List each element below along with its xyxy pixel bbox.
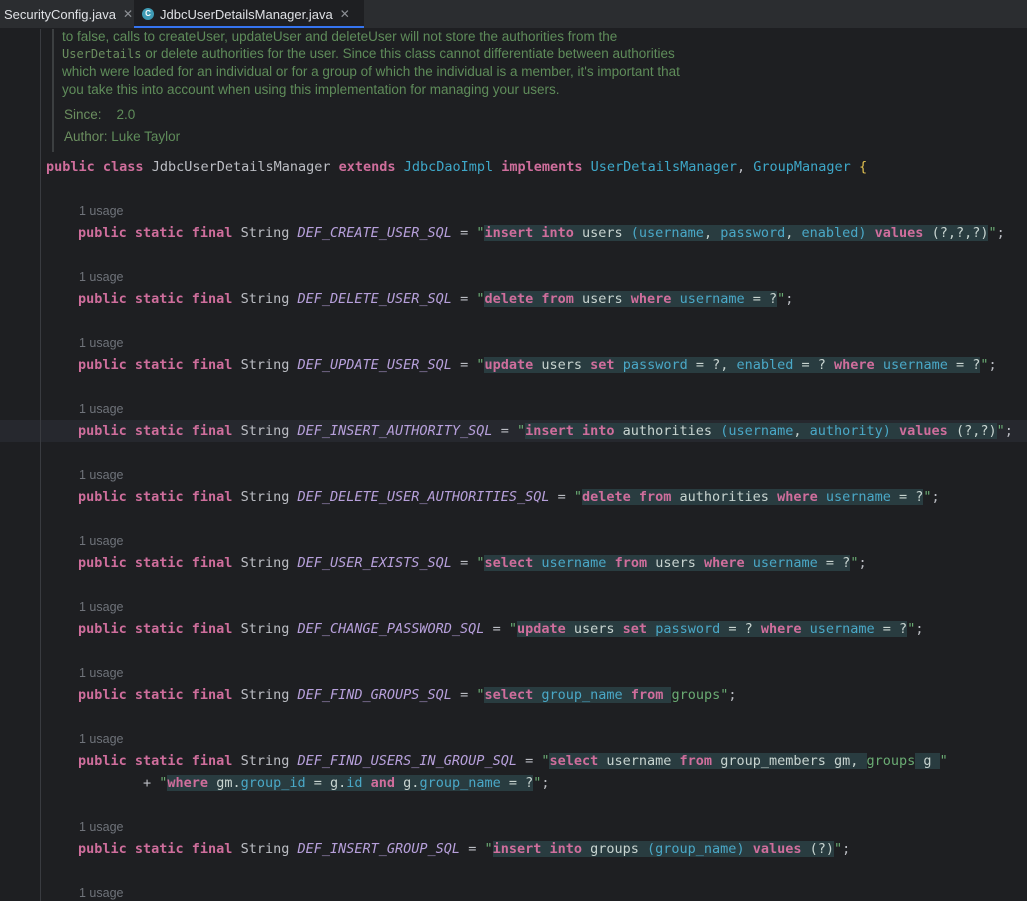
usage-hint[interactable]: 1 usage <box>79 820 123 834</box>
doc-text: to false, calls to createUser, updateUse… <box>62 29 618 44</box>
superclass-ref: JdbcDaoImpl <box>403 159 494 175</box>
string-literal: "delete from users where username = ?" <box>476 291 786 307</box>
string-literal: "update users set password = ?, enabled … <box>476 357 989 373</box>
string-literal: "delete from authorities where username … <box>573 489 932 505</box>
usage-hint[interactable]: 1 usage <box>79 732 123 746</box>
modifiers: public static final <box>78 489 233 505</box>
type: String <box>240 687 290 703</box>
class-name: JdbcUserDetailsManager <box>151 159 331 175</box>
doc-text: you take this into account when using th… <box>62 82 560 97</box>
type: String <box>240 225 290 241</box>
usage-hint[interactable]: 1 usage <box>79 270 123 284</box>
type: String <box>240 423 290 439</box>
constant-name: DEF_FIND_GROUPS_SQL <box>297 687 452 703</box>
constant-name: DEF_CHANGE_PASSWORD_SQL <box>297 621 485 637</box>
constant-name: DEF_UPDATE_USER_SQL <box>297 357 452 373</box>
usage-hint[interactable]: 1 usage <box>79 336 123 350</box>
keyword: implements <box>501 159 583 175</box>
usage-hint[interactable]: 1 usage <box>79 534 123 548</box>
usage-hint[interactable]: 1 usage <box>79 402 123 416</box>
field-declaration[interactable]: public static final String DEF_FIND_USER… <box>78 753 948 769</box>
punct: , <box>736 159 746 175</box>
constant-name: DEF_DELETE_USER_SQL <box>297 291 452 307</box>
type: String <box>240 841 290 857</box>
doc-author-value: Luke Taylor <box>111 129 181 144</box>
field-declaration[interactable]: public static final String DEF_CREATE_US… <box>78 225 1005 241</box>
string-literal: "update users set password = ? where use… <box>508 621 916 637</box>
keyword: extends <box>338 159 396 175</box>
constant-name: DEF_CREATE_USER_SQL <box>297 225 452 241</box>
keyword: public <box>46 159 95 175</box>
constant-name: DEF_INSERT_GROUP_SQL <box>297 841 461 857</box>
interface-ref: GroupManager <box>753 159 851 175</box>
doc-since-label: Since: <box>64 107 102 122</box>
indent-guide <box>40 29 41 901</box>
string-literal: "insert into groups (group_name) values … <box>484 841 843 857</box>
field-declaration[interactable]: public static final String DEF_UPDATE_US… <box>78 357 997 373</box>
string-literal: "select group_name from groups" <box>476 687 729 703</box>
type: String <box>240 555 290 571</box>
field-declaration[interactable]: public static final String DEF_USER_EXIS… <box>78 555 867 571</box>
field-declaration[interactable]: public static final String DEF_DELETE_US… <box>78 489 940 505</box>
doc-since-value: 2.0 <box>116 107 136 122</box>
string-literal: "where gm.group_id = g.id and g.group_na… <box>159 775 542 791</box>
usage-hint[interactable]: 1 usage <box>79 666 123 680</box>
string-literal: "select username from users where userna… <box>476 555 859 571</box>
doc-since: Since: 2.0 <box>64 107 135 122</box>
doc-text: UserDetails or delete authorities for th… <box>62 46 675 61</box>
doc-code-ref: UserDetails <box>62 47 142 61</box>
close-icon[interactable]: ✕ <box>123 7 133 21</box>
close-icon[interactable]: ✕ <box>340 7 350 21</box>
usage-hint[interactable]: 1 usage <box>79 468 123 482</box>
interface-ref: UserDetailsManager <box>590 159 737 175</box>
usage-hint[interactable]: 1 usage <box>79 600 123 614</box>
tab-label: SecurityConfig.java <box>4 6 116 22</box>
modifiers: public static final <box>78 225 233 241</box>
modifiers: public static final <box>78 357 233 373</box>
field-declaration[interactable]: public static final String DEF_CHANGE_PA… <box>78 621 923 637</box>
type: String <box>240 357 290 373</box>
type: String <box>240 291 290 307</box>
field-declaration[interactable]: public static final String DEF_INSERT_GR… <box>78 841 850 857</box>
modifiers: public static final <box>78 555 233 571</box>
constant-name: DEF_USER_EXISTS_SQL <box>297 555 452 571</box>
modifiers: public static final <box>78 687 233 703</box>
javadoc-rendered-block: to false, calls to createUser, updateUse… <box>52 29 754 152</box>
tab-security-config[interactable]: SecurityConfig.java ✕ <box>0 0 136 28</box>
constant-name: DEF_INSERT_AUTHORITY_SQL <box>297 423 493 439</box>
modifiers: public static final <box>78 753 233 769</box>
java-class-icon: C <box>142 8 154 20</box>
field-declaration-continuation[interactable]: + "where gm.group_id = g.id and g.group_… <box>78 775 550 791</box>
constant-name: DEF_FIND_USERS_IN_GROUP_SQL <box>297 753 517 769</box>
doc-text: which were loaded for an individual or f… <box>62 64 680 79</box>
field-declaration[interactable]: public static final String DEF_FIND_GROU… <box>78 687 737 703</box>
class-declaration[interactable]: public class JdbcUserDetailsManager exte… <box>46 159 867 175</box>
doc-text: or delete authorities for the user. Sinc… <box>141 46 675 61</box>
modifiers: public static final <box>78 841 233 857</box>
usage-hint[interactable]: 1 usage <box>79 886 123 900</box>
modifiers: public static final <box>78 423 233 439</box>
keyword: class <box>102 159 144 175</box>
field-declaration[interactable]: public static final String DEF_INSERT_AU… <box>78 423 1013 439</box>
usage-hint[interactable]: 1 usage <box>79 204 123 218</box>
type: String <box>240 753 290 769</box>
field-declaration[interactable]: public static final String DEF_DELETE_US… <box>78 291 793 307</box>
modifiers: public static final <box>78 291 233 307</box>
editor-tab-bar: SecurityConfig.java ✕ C JdbcUserDetailsM… <box>0 0 1027 29</box>
code-editor[interactable]: to false, calls to createUser, updateUse… <box>0 29 1027 901</box>
string-literal: "select username from group_members gm, … <box>541 753 948 769</box>
string-literal: "insert into authorities (username, auth… <box>516 423 1005 439</box>
constant-name: DEF_DELETE_USER_AUTHORITIES_SQL <box>297 489 550 505</box>
doc-author: Author: Luke Taylor <box>64 129 180 144</box>
doc-author-label: Author: <box>64 129 108 144</box>
type: String <box>240 621 290 637</box>
tab-jdbc-user-details-manager[interactable]: C JdbcUserDetailsManager.java ✕ <box>134 0 364 28</box>
tab-label: JdbcUserDetailsManager.java <box>160 6 333 22</box>
string-literal: "insert into users (username, password, … <box>476 225 997 241</box>
type: String <box>240 489 290 505</box>
open-brace: { <box>858 159 868 175</box>
modifiers: public static final <box>78 621 233 637</box>
